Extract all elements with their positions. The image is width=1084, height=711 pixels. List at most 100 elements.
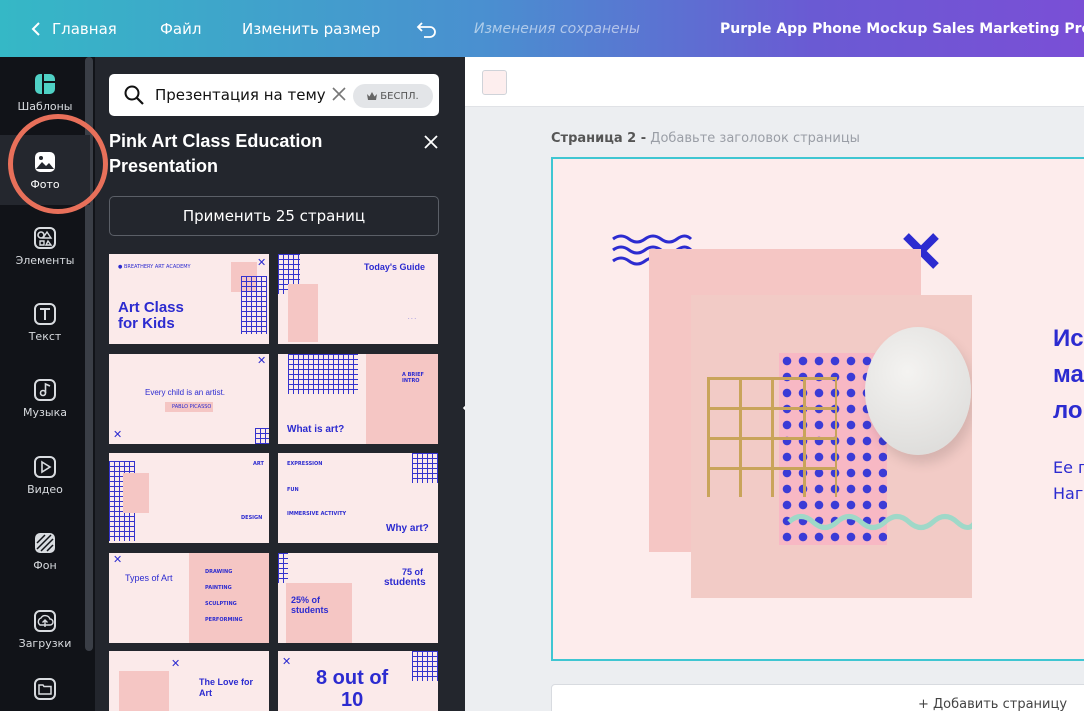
x-mark: ✕ <box>282 655 292 668</box>
thumb-small-text: A BRIEF INTRO <box>402 372 424 384</box>
clear-search-icon[interactable] <box>330 85 348 103</box>
templates-panel: Презентация на тему БЕСПЛ. Pink Art Clas… <box>95 57 465 711</box>
pink-block <box>189 553 269 643</box>
rail-item-video[interactable]: Видео <box>0 440 90 510</box>
editor-toolbar <box>465 57 1084 107</box>
template-page-thumb[interactable]: 75 of students 25% of students <box>278 553 438 643</box>
rail-label-music: Музыка <box>23 405 67 419</box>
slide-body: Ее г Наг <box>1053 455 1084 507</box>
free-filter-badge[interactable]: БЕСПЛ. <box>353 84 433 108</box>
rail-label-background: Фон <box>33 558 57 572</box>
top-bar: Главная Файл Изменить размер Изменения с… <box>0 0 1084 57</box>
rail-item-folder[interactable] <box>0 667 90 711</box>
photo-image[interactable] <box>691 295 972 598</box>
thumb-label: EXPRESSION <box>287 461 323 467</box>
background-icon <box>35 532 55 553</box>
file-menu[interactable]: Файл <box>160 0 201 57</box>
uploads-icon <box>34 609 56 632</box>
add-page-button[interactable]: + Добавить страницу <box>551 684 1084 711</box>
save-status: Изменения сохранены <box>474 0 640 57</box>
rail-label-elements: Элементы <box>15 253 75 267</box>
thumb-title: Art Class for Kids <box>118 300 184 332</box>
thumb-list-item: PAINTING <box>205 585 232 591</box>
grid-pattern <box>288 354 358 394</box>
slide-heading: Ис ма ло <box>1053 321 1084 429</box>
template-page-thumb[interactable]: ✕ Every child is an artist. PABLO PICASS… <box>109 354 269 444</box>
video-icon <box>34 455 56 478</box>
template-title: Pink Art Class Education Presentation <box>109 131 323 176</box>
crown-icon <box>367 92 378 100</box>
green-wave <box>787 514 972 530</box>
chevron-left-icon <box>31 21 40 36</box>
heading-line: ло <box>1053 397 1083 424</box>
thumb-title: Why art? <box>386 523 429 534</box>
search-input[interactable]: Презентация на тему <box>155 86 326 104</box>
thumb-title-line: 10 <box>340 689 364 711</box>
x-mark: ✕ <box>257 256 267 269</box>
page-title-input[interactable]: Добавьте заголовок страницы <box>650 131 860 146</box>
save-status-text: Изменения сохранены <box>474 20 640 37</box>
template-page-thumb[interactable]: ● BREATHERY ART ACADEMY Art Class for Ki… <box>109 254 269 344</box>
thumb-list-item: DRAWING <box>205 569 233 575</box>
page-label: Страница 2 - Добавьте заголовок страницы <box>551 131 860 146</box>
close-icon[interactable] <box>423 134 439 150</box>
rail-label-templates: Шаблоны <box>17 99 73 113</box>
undo-icon <box>416 21 436 38</box>
stone-circle <box>865 327 971 455</box>
thumb-stat: 75 of <box>402 567 424 577</box>
template-page-thumb[interactable]: ART DESIGN <box>109 453 269 543</box>
highlight-circle <box>8 114 108 214</box>
template-page-thumb[interactable]: EXPRESSION FUN IMMERSIVE ACTIVITY Why ar… <box>278 453 438 543</box>
folder-icon <box>34 678 56 700</box>
thumb-list-item: SCULPTING <box>205 601 237 607</box>
home-button[interactable]: Главная <box>30 0 117 57</box>
music-icon <box>34 378 56 401</box>
background-color-swatch[interactable] <box>482 70 507 95</box>
thumb-stat: 25% of <box>291 595 321 605</box>
grid-sculpture <box>707 377 837 497</box>
pink-block <box>123 473 149 513</box>
rail-label-uploads: Загрузки <box>18 636 72 650</box>
heading-line: ма <box>1053 361 1084 388</box>
rail-item-elements[interactable]: Элементы <box>0 211 90 281</box>
thumb-title: 8 out of 10 <box>316 667 388 711</box>
thumb-title: Every child is an artist. <box>145 388 226 397</box>
template-page-thumb[interactable]: ✕ The Love for Art <box>109 651 269 711</box>
body-line: Наг <box>1053 484 1084 503</box>
rail-item-uploads[interactable]: Загрузки <box>0 594 90 664</box>
undo-button[interactable] <box>416 0 438 57</box>
heading-line: Ис <box>1053 325 1084 352</box>
thumb-small-text: · · · <box>408 316 416 322</box>
apply-pages-button[interactable]: Применить 25 страниц <box>109 196 439 236</box>
thumb-title: What is art? <box>287 424 345 435</box>
thumb-list-item: PERFORMING <box>205 617 243 623</box>
thumb-label: FUN <box>287 487 299 493</box>
rail-item-music[interactable]: Музыка <box>0 363 90 433</box>
resize-button[interactable]: Изменить размер <box>242 0 380 57</box>
elements-icon <box>34 226 56 249</box>
canvas-area: Страница 2 - Добавьте заголовок страницы… <box>465 57 1084 711</box>
template-page-thumb[interactable]: A BRIEF INTRO What is art? <box>278 354 438 444</box>
template-page-thumb[interactable]: Today's Guide · · · <box>278 254 438 344</box>
search-box[interactable]: Презентация на тему БЕСПЛ. <box>109 74 439 116</box>
template-page-thumb[interactable]: ✕ Types of Art DRAWING PAINTING SCULPTIN… <box>109 553 269 643</box>
thumb-label: ART <box>253 461 264 467</box>
rail-label-text: Текст <box>28 329 62 343</box>
thumb-title: Types of Art <box>125 573 173 583</box>
text-icon <box>34 302 56 325</box>
thumb-title-line: Art Class <box>118 299 184 316</box>
rail-label-video: Видео <box>27 482 63 496</box>
document-title[interactable]: Purple App Phone Mockup Sales Marketing … <box>720 0 1084 57</box>
file-label: Файл <box>160 19 202 38</box>
slide-canvas[interactable]: Ис ма ло Ее г Наг <box>551 157 1084 661</box>
body-line: Ее г <box>1053 458 1084 477</box>
pink-block <box>119 671 169 711</box>
template-page-thumb[interactable]: ✕ 8 out of 10 <box>278 651 438 711</box>
thumb-title: The Love for Art <box>199 677 253 699</box>
thumb-title-line: Art <box>199 688 212 698</box>
thumb-label: DESIGN <box>241 515 263 521</box>
thumb-brand: ● BREATHERY ART ACADEMY <box>118 264 191 270</box>
rail-item-background[interactable]: Фон <box>0 516 90 586</box>
search-icon <box>124 85 144 105</box>
rail-item-text[interactable]: Текст <box>0 287 90 357</box>
